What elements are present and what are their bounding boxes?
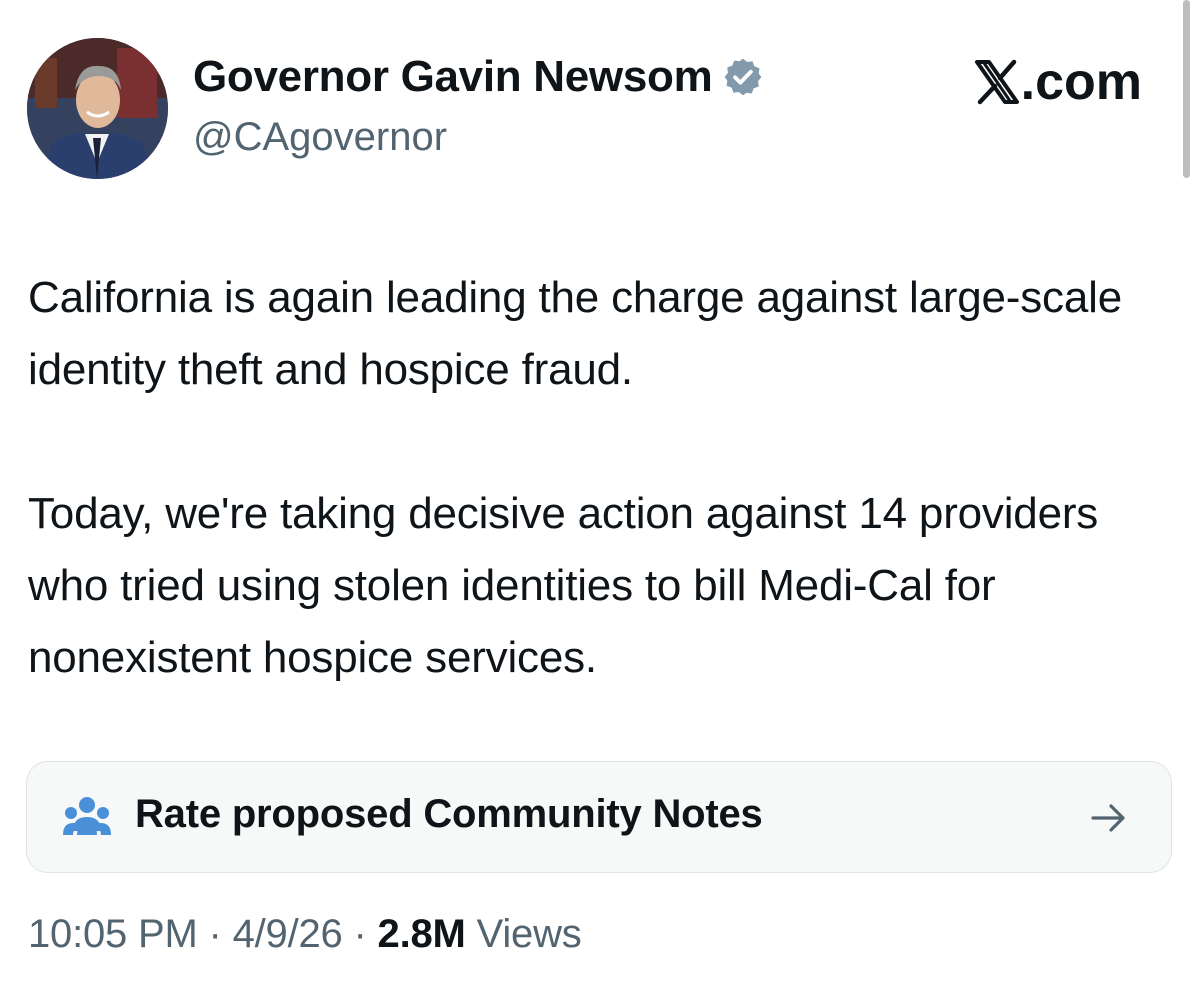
tweet-body: California is again leading the charge a… bbox=[28, 273, 1122, 682]
tweet-date[interactable]: 4/9/26 bbox=[233, 912, 343, 956]
arrow-right-icon bbox=[1091, 804, 1125, 832]
tweet-time[interactable]: 10:05 PM bbox=[28, 912, 198, 956]
avatar[interactable] bbox=[27, 38, 168, 179]
views-label: Views bbox=[465, 912, 582, 956]
brand-suffix: .com bbox=[1020, 53, 1142, 111]
author-display-name[interactable]: Governor Gavin Newsom bbox=[193, 52, 764, 102]
community-notes-label: Rate proposed Community Notes bbox=[135, 792, 763, 836]
avatar-photo bbox=[27, 38, 168, 179]
brand-watermark: .com bbox=[974, 52, 1142, 112]
meta-separator: · bbox=[197, 912, 233, 956]
verified-badge-icon bbox=[725, 58, 762, 96]
rate-community-notes-button[interactable]: Rate proposed Community Notes bbox=[26, 761, 1172, 873]
people-icon bbox=[63, 797, 111, 835]
tweet-meta: 10:05 PM · 4/9/26 · 2.8M Views bbox=[28, 912, 582, 957]
x-logo-icon bbox=[974, 59, 1019, 105]
meta-separator: · bbox=[342, 912, 378, 956]
scrollbar-thumb[interactable] bbox=[1183, 0, 1190, 178]
author-handle[interactable]: @CAgovernor bbox=[193, 115, 447, 160]
views-count: 2.8M bbox=[377, 912, 466, 956]
display-name-text: Governor Gavin Newsom bbox=[193, 52, 713, 101]
